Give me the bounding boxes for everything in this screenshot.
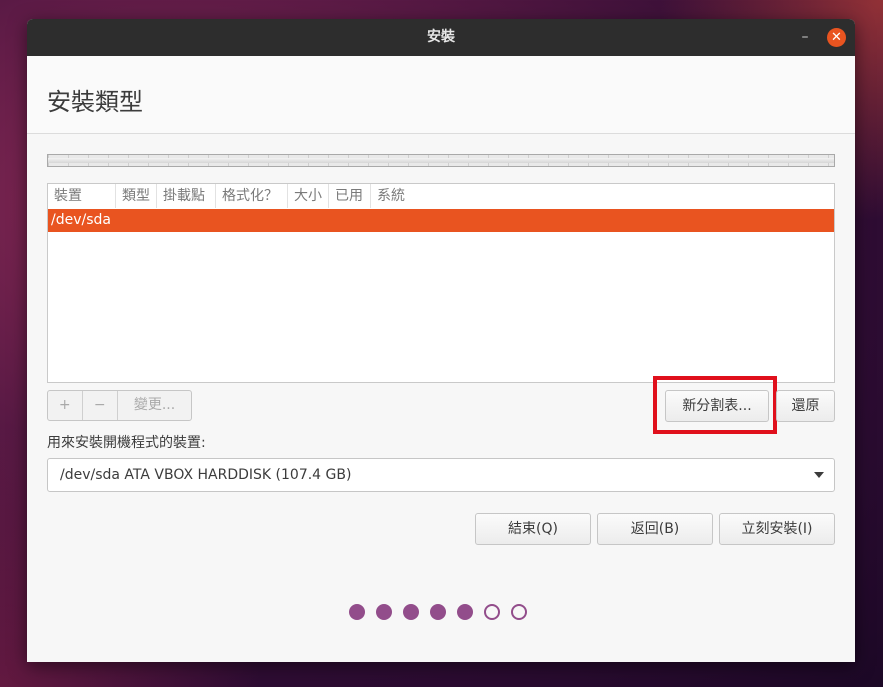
boot-device-value: /dev/sda ATA VBOX HARDDISK (107.4 GB) — [60, 467, 352, 483]
revert-button[interactable]: 還原 — [776, 390, 835, 422]
page-header: 安裝類型 — [27, 56, 855, 134]
close-icon[interactable]: ✕ — [827, 28, 846, 47]
highlight-annotation — [653, 376, 777, 434]
device-cell: /dev/sda — [51, 212, 111, 228]
window-title: 安裝 — [427, 29, 455, 45]
minimize-icon[interactable]: – — [797, 29, 813, 45]
partition-table: 裝置 類型 掛載點 格式化？ 大小 已用 系統 /dev/sda — [47, 183, 835, 383]
progress-dot — [457, 604, 473, 620]
column-header-type[interactable]: 類型 — [116, 184, 157, 208]
column-header-size[interactable]: 大小 — [288, 184, 329, 208]
progress-dot — [511, 604, 527, 620]
boot-device-label: 用來安裝開機程式的裝置: — [47, 435, 206, 451]
progress-dot — [376, 604, 392, 620]
install-now-button[interactable]: 立刻安裝(I) — [719, 513, 835, 545]
boot-device-select[interactable]: /dev/sda ATA VBOX HARDDISK (107.4 GB) — [47, 458, 835, 492]
title-bar[interactable]: 安裝 – ✕ — [27, 19, 855, 56]
column-header-format[interactable]: 格式化？ — [216, 184, 288, 208]
table-header: 裝置 類型 掛載點 格式化？ 大小 已用 系統 — [48, 184, 834, 208]
progress-dots — [349, 604, 527, 622]
installer-window: 安裝 – ✕ 安裝類型 裝置 類型 掛載點 格式化？ 大小 已用 系統 /dev… — [27, 19, 855, 662]
progress-dot — [403, 604, 419, 620]
chevron-down-icon — [814, 472, 824, 478]
progress-dot — [484, 604, 500, 620]
page-title: 安裝類型 — [47, 88, 143, 116]
column-header-system[interactable]: 系統 — [371, 184, 415, 208]
quit-button[interactable]: 結束(Q) — [475, 513, 591, 545]
change-partition-button[interactable]: 變更... — [118, 391, 191, 420]
progress-dot — [430, 604, 446, 620]
remove-partition-button[interactable]: − — [83, 391, 119, 420]
table-row[interactable]: /dev/sda — [48, 209, 834, 232]
column-header-used[interactable]: 已用 — [329, 184, 371, 208]
add-partition-button[interactable]: + — [48, 391, 83, 420]
column-header-device[interactable]: 裝置 — [48, 184, 116, 208]
partition-bar — [47, 154, 835, 167]
column-header-mount[interactable]: 掛載點 — [157, 184, 216, 208]
back-button[interactable]: 返回(B) — [597, 513, 713, 545]
partition-actions: + − 變更... — [47, 390, 192, 421]
progress-dot — [349, 604, 365, 620]
